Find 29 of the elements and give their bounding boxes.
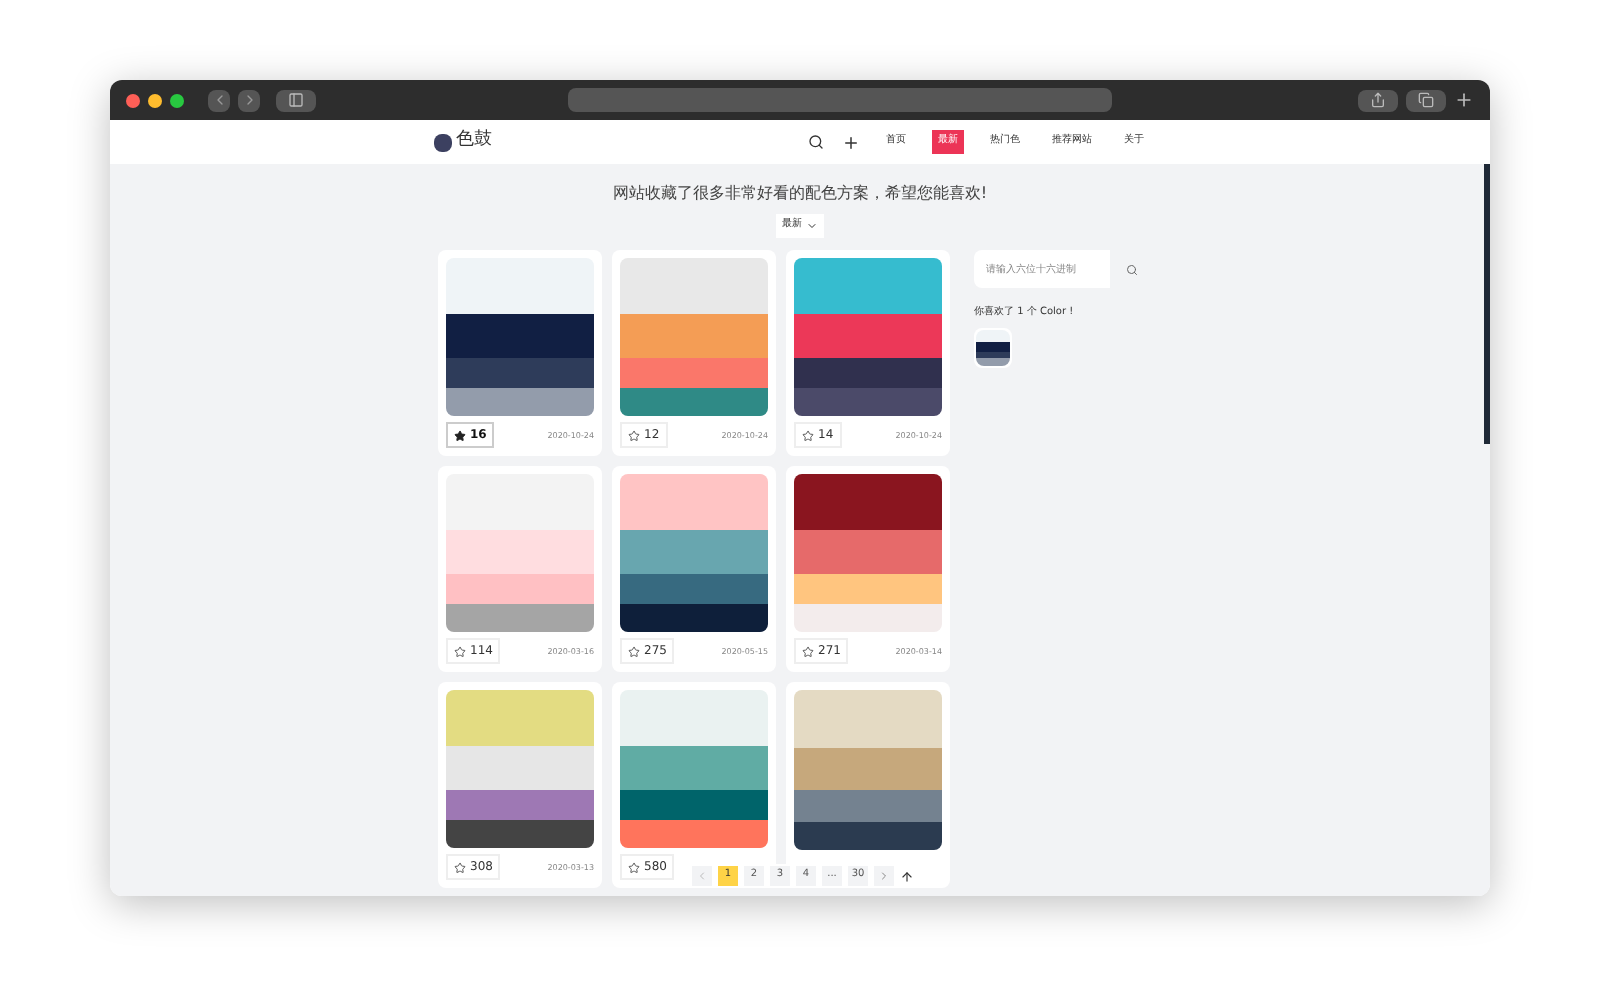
back-to-top-icon[interactable] [900, 869, 914, 883]
search-icon[interactable] [808, 134, 824, 150]
caret-icon [806, 220, 818, 232]
color-palette[interactable] [446, 474, 594, 632]
search-icon [1126, 263, 1138, 275]
tabs-icon [1418, 92, 1434, 108]
color-palette[interactable] [446, 258, 594, 416]
tabs-button[interactable] [1406, 89, 1446, 111]
chevron-left-icon [696, 870, 708, 882]
share-icon [1370, 92, 1386, 108]
color-palette[interactable] [794, 690, 942, 850]
logo-text[interactable]: 色鼓 [456, 128, 492, 156]
color-palette[interactable] [794, 474, 942, 632]
sidebar-icon [288, 92, 304, 108]
back-button[interactable] [208, 89, 230, 111]
logo-icon [434, 133, 452, 151]
color-palette[interactable] [620, 258, 768, 416]
share-button[interactable] [1358, 89, 1398, 111]
forward-button[interactable] [238, 89, 260, 111]
add-icon[interactable] [842, 133, 860, 151]
color-palette[interactable] [446, 690, 594, 848]
headline: 网站收藏了很多非常好看的配色方案，希望您能喜欢! [610, 182, 990, 206]
color-palette[interactable] [976, 329, 1010, 365]
chevron-right-icon [878, 870, 890, 882]
color-palette[interactable] [620, 474, 768, 632]
sidebar-button[interactable] [276, 89, 316, 111]
color-palette[interactable] [620, 690, 768, 848]
color-palette[interactable] [794, 258, 942, 416]
new-tab-icon[interactable] [1454, 90, 1474, 110]
